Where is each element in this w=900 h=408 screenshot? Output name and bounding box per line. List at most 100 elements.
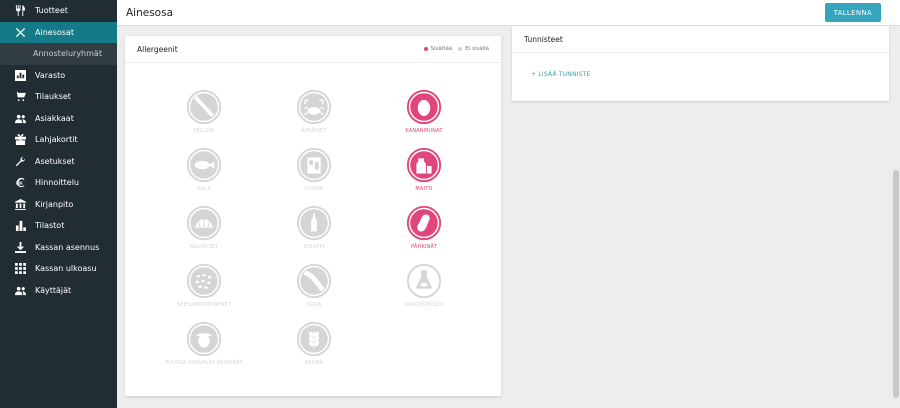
allergen-legend: Sisältää Ei sisällä: [418, 46, 489, 52]
top-bar: Ainesosa TALLENNA: [117, 0, 900, 26]
sidebar-item-kirjanpito[interactable]: Kirjanpito: [0, 194, 117, 216]
cart-icon: [14, 91, 26, 103]
egg-icon: [406, 89, 442, 125]
milk-icon: [406, 147, 442, 183]
sidebar-item-label: Tilastot: [35, 221, 65, 231]
allergen-sinappi[interactable]: SINAPPI: [259, 204, 369, 250]
sidebar-item-label: Tuotteet: [35, 6, 68, 16]
allergen-label: LUPIINI: [304, 186, 324, 192]
allergen-soija[interactable]: SOIJA: [259, 262, 369, 308]
sidebar-item-label: Kassan ulkoasu: [35, 264, 97, 274]
allergen-pahkinat[interactable]: PÄHKINÄT: [369, 204, 479, 250]
shell-icon: [186, 205, 222, 241]
bar-chart-icon: [14, 220, 26, 232]
sulphite-icon: [406, 263, 442, 299]
sidebar-item-label: Hinnoittelu: [35, 178, 79, 188]
sesame-icon: [186, 263, 222, 299]
sidebar-item-annosteluryhmat[interactable]: Annosteluryhmät: [0, 43, 117, 65]
legend-not-contains-label: Ei sisällä: [465, 46, 489, 52]
nut-icon: [406, 205, 442, 241]
sidebar-item-ainesosat[interactable]: Ainesosat: [0, 21, 117, 43]
allergen-rikkidioksidi[interactable]: RIKKIDIOKSIDI: [369, 262, 479, 308]
sidebar-item-hinnoittelu[interactable]: Hinnoittelu: [0, 172, 117, 194]
sidebar: Tuotteet Ainesosat Annosteluryhmät Varas…: [0, 0, 117, 408]
allergen-label: SINAPPI: [303, 244, 325, 250]
sidebar-item-asetukset[interactable]: Asetukset: [0, 151, 117, 173]
crab-icon: [296, 89, 332, 125]
bank-icon: [14, 198, 26, 210]
allergen-label: SEESAMINSIEMENET: [176, 302, 232, 308]
tags-card-header: Tunnisteet: [512, 26, 889, 53]
sidebar-item-kassan-asennus[interactable]: Kassan asennus: [0, 237, 117, 259]
scrollbar-thumb[interactable]: [893, 170, 899, 398]
gift-icon: [14, 134, 26, 146]
allergen-label: NILVIÄISET: [189, 244, 219, 250]
fish-icon: [186, 147, 222, 183]
allergen-nilviaiset[interactable]: NILVIÄISET: [149, 204, 259, 250]
sidebar-item-label: Asetukset: [35, 156, 75, 166]
allergen-label: KANANMUNAT: [405, 128, 443, 134]
wheat-icon: [296, 321, 332, 357]
allergens-card-header: Allergeenit Sisältää Ei sisällä: [125, 36, 501, 63]
allergen-selleri[interactable]: SELLERI: [149, 88, 259, 134]
grid-icon: [14, 263, 26, 275]
download-icon: [14, 241, 26, 253]
sidebar-item-tilastot[interactable]: Tilastot: [0, 215, 117, 237]
sidebar-item-label: Ainesosat: [35, 27, 74, 37]
sidebar-item-label: Asiakkaat: [35, 113, 74, 123]
allergen-maito[interactable]: MAITO: [369, 146, 479, 192]
sidebar-item-label: Varasto: [35, 70, 66, 80]
allergens-card: Allergeenit Sisältää Ei sisällä SELLERI …: [125, 36, 501, 396]
sidebar-item-label: Tilaukset: [35, 92, 71, 102]
allergen-label: ÄYRÄISET: [301, 128, 327, 134]
sidebar-item-label: Kassan asennus: [35, 242, 100, 252]
cutlery-icon: [14, 5, 26, 17]
tools-icon: [14, 26, 26, 38]
celery-icon: [186, 89, 222, 125]
allergen-label: SOIJA: [306, 302, 322, 308]
allergen-kala[interactable]: KALA: [149, 146, 259, 192]
sidebar-item-tilaukset[interactable]: Tilaukset: [0, 86, 117, 108]
soy-icon: [296, 263, 332, 299]
allergen-label: PUUSSA KASVAVAT PÄHKINÄT: [165, 360, 243, 366]
legend-not-contains-dot: [458, 47, 463, 51]
allergen-lupiini[interactable]: LUPIINI: [259, 146, 369, 192]
sidebar-item-label: Käyttäjät: [35, 285, 72, 295]
save-button[interactable]: TALLENNA: [824, 3, 881, 22]
users-icon: [14, 112, 26, 124]
add-tag-link[interactable]: + LISÄÄ TUNNISTE: [531, 71, 591, 78]
warehouse-icon: [14, 69, 26, 81]
lupin-icon: [296, 147, 332, 183]
tree-nut-icon: [186, 321, 222, 357]
allergen-label: KALA: [197, 186, 211, 192]
sidebar-item-label: Kirjanpito: [35, 199, 74, 209]
sidebar-item-varasto[interactable]: Varasto: [0, 65, 117, 87]
allergen-label: MAITO: [415, 186, 433, 192]
allergen-kananmunat[interactable]: KANANMUNAT: [369, 88, 479, 134]
sidebar-item-tuotteet[interactable]: Tuotteet: [0, 0, 117, 22]
allergen-label: PÄHKINÄT: [410, 244, 438, 250]
allergen-label: VEHNÄ: [304, 360, 324, 366]
sidebar-item-kayttajat[interactable]: Käyttäjät: [0, 280, 117, 302]
sidebar-item-asiakkaat[interactable]: Asiakkaat: [0, 108, 117, 130]
page-title: Ainesosa: [126, 6, 174, 19]
legend-not-contains: Ei sisällä: [458, 46, 489, 52]
legend-contains-dot: [423, 47, 428, 51]
tags-card: Tunnisteet + LISÄÄ TUNNISTE: [512, 26, 889, 101]
mustard-icon: [296, 205, 332, 241]
sidebar-item-kassan-ulkoasu[interactable]: Kassan ulkoasu: [0, 258, 117, 280]
allergen-label: SELLERI: [193, 128, 215, 134]
euro-icon: [14, 177, 26, 189]
legend-contains-label: Sisältää: [430, 46, 453, 52]
allergen-puussa-kasvavat-pahkinat[interactable]: PUUSSA KASVAVAT PÄHKINÄT: [149, 320, 259, 366]
wrench-icon: [14, 155, 26, 167]
allergen-vehna[interactable]: VEHNÄ: [259, 320, 369, 366]
allergen-ayraiset[interactable]: ÄYRÄISET: [259, 88, 369, 134]
allergen-seesaminsiemenet[interactable]: SEESAMINSIEMENET: [149, 262, 259, 308]
tags-card-title: Tunnisteet: [524, 34, 563, 44]
allergens-card-title: Allergeenit: [137, 44, 178, 54]
sidebar-item-lahjakortit[interactable]: Lahjakortit: [0, 129, 117, 151]
users-icon: [14, 284, 26, 296]
sidebar-item-label: Annosteluryhmät: [33, 49, 102, 59]
sidebar-item-label: Lahjakortit: [35, 135, 78, 145]
